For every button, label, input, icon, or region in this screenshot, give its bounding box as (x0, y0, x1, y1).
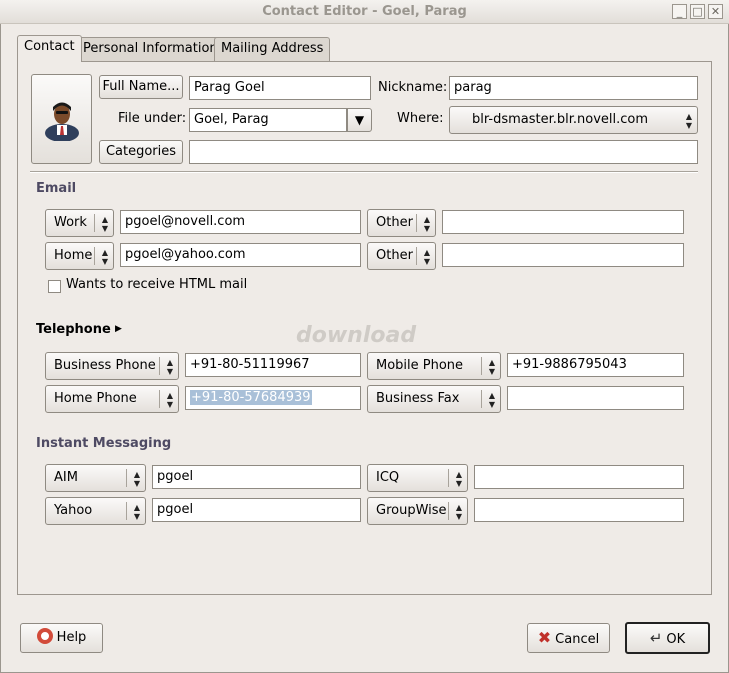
email-type-combo-1[interactable]: Work ▲ ▼ (45, 209, 114, 237)
email-field-1[interactable]: pgoel@novell.com (120, 210, 361, 234)
cancel-x-icon: ✖ (537, 628, 552, 647)
email-type2-1: Other (376, 215, 413, 230)
im-field2-1[interactable] (474, 465, 684, 489)
full-name-field[interactable]: Parag Goel (189, 76, 371, 100)
cancel-button[interactable]: ✖ Cancel (527, 623, 610, 653)
phone-type-combo-2[interactable]: Home Phone ▲ ▼ (45, 385, 179, 413)
email-field-2[interactable]: pgoel@yahoo.com (120, 243, 361, 267)
watermark: download (296, 323, 417, 348)
tab-mailing-address[interactable]: Mailing Address (214, 37, 331, 61)
updown-arrows-icon: ▲ ▼ (101, 248, 108, 266)
phone-type2-combo-2[interactable]: Business Fax ▲ ▼ (367, 385, 501, 413)
help-lifebuoy-icon (36, 628, 53, 644)
cancel-button-label: Cancel (555, 632, 600, 647)
phone-type2-combo-1[interactable]: Mobile Phone ▲ ▼ (367, 352, 501, 380)
nickname-label: Nickname: (378, 80, 448, 95)
updown-arrows-icon: ▲ ▼ (455, 503, 462, 521)
chevron-down-icon: ▼ (354, 113, 365, 127)
phone-field-1[interactable]: +91-80-51119967 (185, 353, 361, 377)
email-heading: Email (36, 181, 77, 196)
phone-field2-2[interactable] (507, 386, 684, 410)
where-combo[interactable]: blr-dsmaster.blr.novell.com ▲ ▼ (449, 106, 698, 134)
email-type2-2: Other (376, 248, 413, 263)
updown-arrows-icon: ▲ ▼ (133, 470, 140, 488)
contact-photo-button[interactable] (31, 74, 92, 164)
categories-button[interactable]: Categories (99, 140, 183, 164)
im-type-combo-1[interactable]: AIM ▲ ▼ (45, 464, 146, 492)
categories-field[interactable] (189, 140, 698, 164)
im-field-2[interactable]: pgoel (152, 498, 361, 522)
html-mail-checkbox[interactable] (48, 280, 61, 293)
close-icon[interactable]: ✕ (708, 4, 723, 19)
phone-type2-2: Business Fax (376, 391, 460, 406)
minimize-icon[interactable]: _ (672, 4, 687, 19)
im-type2-combo-1[interactable]: ICQ ▲ ▼ (367, 464, 468, 492)
email-type2-combo-1[interactable]: Other ▲ ▼ (367, 209, 436, 237)
updown-arrows-icon: ▲ ▼ (488, 391, 495, 409)
ok-button[interactable]: ↵ OK (625, 622, 710, 654)
ok-button-label: OK (666, 632, 686, 647)
im-type2-combo-2[interactable]: GroupWise ▲ ▼ (367, 497, 468, 525)
file-under-label: File under: (118, 111, 187, 126)
contact-avatar-icon (44, 102, 79, 142)
where-value: blr-dsmaster.blr.novell.com (472, 112, 649, 127)
im-type-1: AIM (54, 470, 78, 485)
categories-button-label: Categories (105, 144, 177, 159)
updown-arrows-icon: ▲ ▼ (488, 358, 495, 376)
email-field2-2[interactable] (442, 243, 684, 267)
email-type-1: Work (54, 215, 87, 230)
im-type2-2: GroupWise (376, 503, 447, 518)
phone-type-2: Home Phone (54, 391, 137, 406)
help-button[interactable]: Help (20, 623, 103, 653)
updown-arrows-icon: ▲ ▼ (685, 112, 692, 130)
updown-arrows-icon: ▲ ▼ (423, 248, 430, 266)
email-type2-combo-2[interactable]: Other ▲ ▼ (367, 242, 436, 270)
updown-arrows-icon: ▲ ▼ (455, 470, 462, 488)
im-field2-2[interactable] (474, 498, 684, 522)
im-heading: Instant Messaging (36, 436, 172, 451)
window-title: Contact Editor - Goel, Parag (262, 4, 467, 19)
phone-type-combo-1[interactable]: Business Phone ▲ ▼ (45, 352, 179, 380)
im-field-1[interactable]: pgoel (152, 465, 361, 489)
updown-arrows-icon: ▲ ▼ (423, 215, 430, 233)
phone-field-2-selection: +91-80-57684939 (190, 390, 312, 405)
phone-type2-1: Mobile Phone (376, 358, 464, 373)
ok-enter-icon: ↵ (649, 629, 663, 647)
nickname-field[interactable]: parag (449, 76, 698, 100)
updown-arrows-icon: ▲ ▼ (166, 391, 173, 409)
html-mail-label[interactable]: Wants to receive HTML mail (66, 274, 247, 296)
im-type-combo-2[interactable]: Yahoo ▲ ▼ (45, 497, 146, 525)
file-under-field[interactable]: Goel, Parag (189, 108, 347, 132)
im-type-2: Yahoo (54, 503, 93, 518)
updown-arrows-icon: ▲ ▼ (101, 215, 108, 233)
full-name-button[interactable]: Full Name... (99, 75, 183, 99)
email-field2-1[interactable] (442, 210, 684, 234)
tab-personal-information[interactable]: Personal Information (76, 37, 225, 61)
tab-contact[interactable]: Contact (17, 35, 82, 62)
help-button-label: Help (56, 630, 87, 645)
separator (30, 171, 698, 173)
im-type2-1: ICQ (376, 470, 400, 485)
updown-arrows-icon: ▲ ▼ (166, 358, 173, 376)
telephone-heading[interactable]: Telephone (36, 319, 111, 341)
where-label: Where: (397, 111, 444, 126)
email-type-2: Home (54, 248, 93, 263)
maximize-icon[interactable]: □ (690, 4, 705, 19)
updown-arrows-icon: ▲ ▼ (133, 503, 140, 521)
email-type-combo-2[interactable]: Home ▲ ▼ (45, 242, 114, 270)
phone-type-1: Business Phone (54, 358, 156, 373)
expander-arrow-icon[interactable]: ▶ (115, 324, 122, 334)
phone-field-2[interactable]: +91-80-57684939 (185, 386, 361, 410)
full-name-button-label: Full Name... (102, 79, 180, 94)
file-under-dropdown-button[interactable]: ▼ (347, 108, 372, 132)
phone-field2-1[interactable]: +91-9886795043 (507, 353, 684, 377)
